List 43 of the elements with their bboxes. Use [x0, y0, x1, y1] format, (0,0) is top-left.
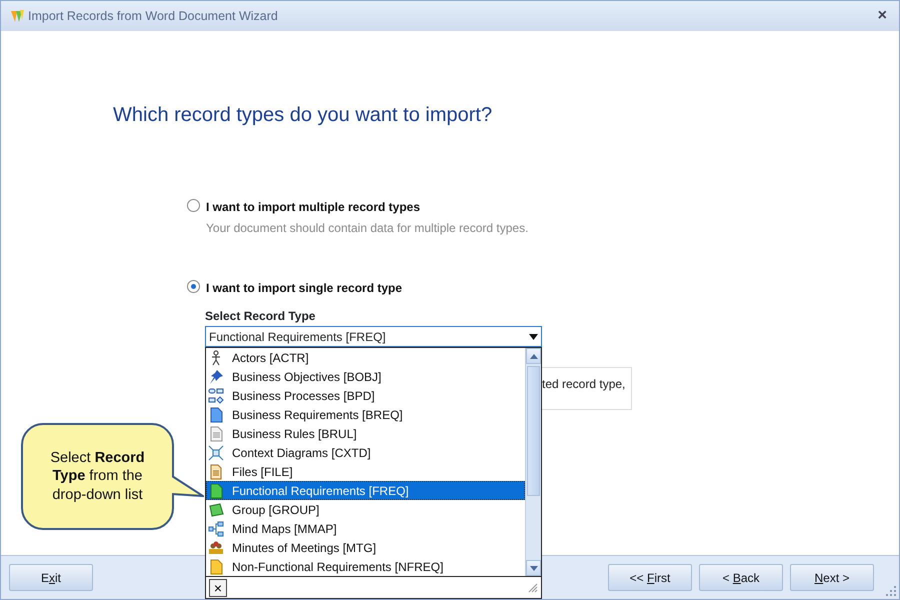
- list-item[interactable]: Business Rules [BRUL]: [206, 424, 525, 443]
- diagram-icon: [208, 444, 224, 460]
- close-button[interactable]: ×: [874, 8, 891, 24]
- scroll-up-icon[interactable]: [530, 354, 538, 358]
- list-item[interactable]: Minutes of Meetings [MTG]: [206, 538, 525, 557]
- document-icon: [208, 406, 224, 422]
- callout-bubble: Select Record Type from the drop-down list: [21, 423, 174, 530]
- option-description: Your document should contain data for multiple record types.: [206, 220, 528, 237]
- list-item[interactable]: Group [GROUP]: [206, 500, 525, 519]
- list-item[interactable]: Mind Maps [MMAP]: [206, 519, 525, 538]
- document-icon: [208, 558, 224, 574]
- list-item[interactable]: Non-Functional Requirements [NFREQ]: [206, 557, 525, 576]
- radio-button[interactable]: [187, 199, 200, 212]
- exit-button[interactable]: Exit: [9, 564, 93, 591]
- resize-grip-icon[interactable]: [528, 582, 538, 592]
- app-logo-icon: [9, 8, 25, 24]
- nav-button[interactable]: << First: [608, 564, 692, 591]
- document-icon: [208, 464, 224, 480]
- field-label: Select Record Type: [205, 308, 316, 325]
- nav-button[interactable]: Next >: [790, 564, 874, 591]
- list-item[interactable]: Files [FILE]: [206, 462, 525, 481]
- window-title: Import Records from Word Document Wizard: [28, 8, 278, 25]
- record-type-dropdown[interactable]: Functional Requirements [FREQ]: [205, 326, 542, 347]
- document-icon: [208, 482, 224, 498]
- dropdown-arrow-icon: [529, 334, 538, 340]
- mind-map-icon: [208, 520, 224, 536]
- scroll-down-icon[interactable]: [530, 566, 538, 570]
- page-heading: Which record types do you want to import?: [113, 103, 492, 127]
- resize-grip-icon[interactable]: [886, 586, 896, 596]
- list-item[interactable]: Actors [ACTR]: [206, 348, 525, 367]
- radio-button[interactable]: [187, 280, 200, 293]
- nav-button[interactable]: < Back: [699, 564, 783, 591]
- pushpin-icon: [208, 368, 224, 384]
- people-icon: [208, 540, 224, 556]
- document-icon: [208, 426, 224, 442]
- option-label[interactable]: I want to import single record type: [206, 279, 402, 297]
- callout-pointer-icon: [172, 474, 204, 498]
- clear-button[interactable]: ×: [209, 578, 227, 596]
- option-label[interactable]: I want to import multiple record types: [206, 198, 528, 216]
- list-item[interactable]: Context Diagrams [CXTD]: [206, 443, 525, 462]
- flowchart-icon: [208, 388, 224, 404]
- list-item[interactable]: Functional Requirements [FREQ]: [206, 481, 525, 500]
- scrollbar[interactable]: [525, 348, 541, 576]
